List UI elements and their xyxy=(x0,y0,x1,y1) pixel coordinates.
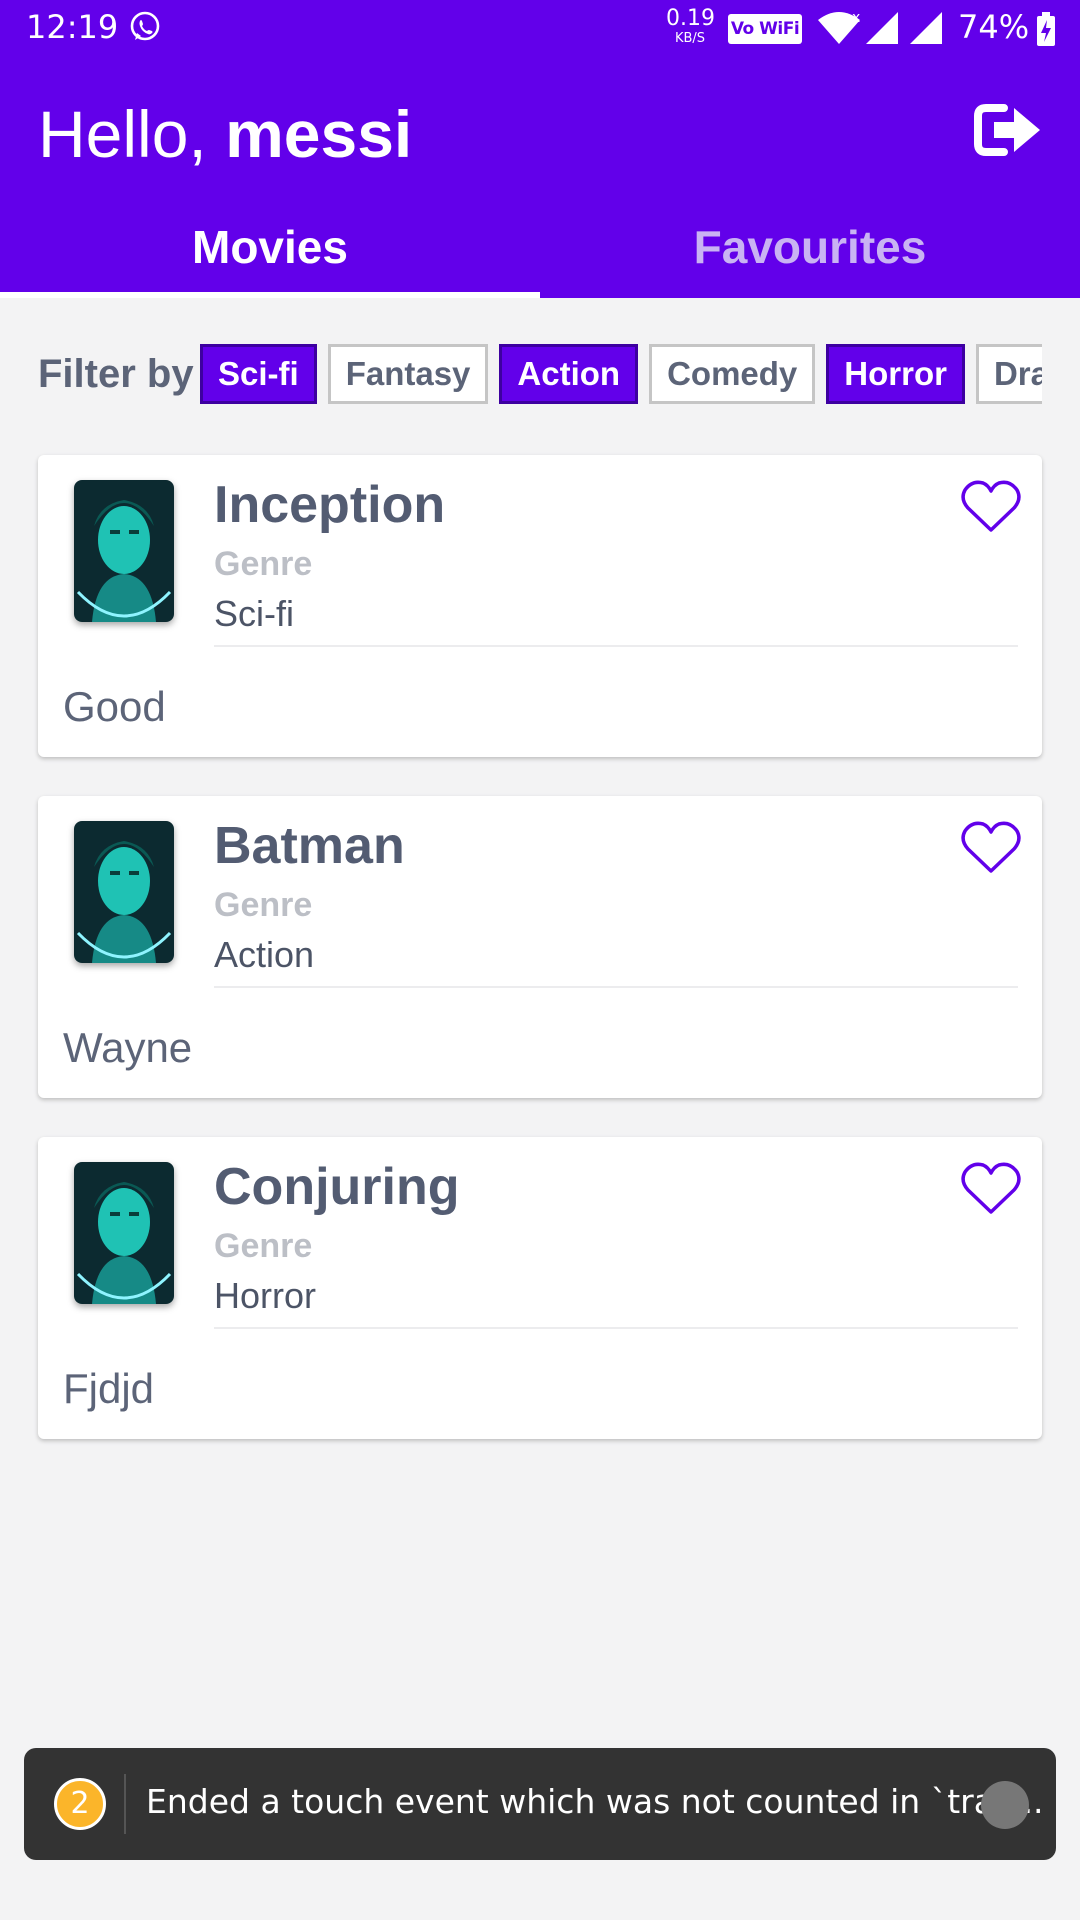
movie-card[interactable]: Conjuring Genre Horror Fjdjd xyxy=(38,1137,1042,1439)
divider xyxy=(214,645,1018,647)
tab-movies[interactable]: Movies xyxy=(0,220,540,274)
movie-genre: Sci-fi xyxy=(214,593,294,634)
movie-poster xyxy=(74,480,174,622)
movie-title: Conjuring xyxy=(214,1158,460,1216)
tab-favourites[interactable]: Favourites xyxy=(540,220,1080,274)
warning-count-badge: 2 xyxy=(54,1778,106,1830)
movie-title: Batman xyxy=(214,817,405,875)
wifi-x-label: x xyxy=(852,10,860,26)
movie-card[interactable]: Inception Genre Sci-fi Good xyxy=(38,455,1042,757)
chip-horror[interactable]: Horror xyxy=(826,344,965,404)
movie-description: Wayne xyxy=(63,1024,193,1071)
filter-bar: Filter by Sci-fi Fantasy Action Comedy Horro… xyxy=(0,344,1080,408)
toast-divider xyxy=(124,1774,126,1834)
movie-title: Inception xyxy=(214,476,446,534)
net-speed-value: 0.19 xyxy=(666,6,715,31)
chip-fantasy[interactable]: Fantasy xyxy=(327,344,489,404)
chip-drama[interactable]: Drama xyxy=(975,344,1042,404)
genre-label: Genre xyxy=(214,1227,313,1265)
movie-description: Good xyxy=(63,683,166,730)
logout-icon[interactable] xyxy=(974,100,1044,160)
movie-card[interactable]: Batman Genre Action Wayne xyxy=(38,796,1042,1098)
signal-icon xyxy=(866,12,898,44)
movie-poster xyxy=(74,1162,174,1304)
wifi-icon: x xyxy=(818,10,860,44)
chip-action[interactable]: Action xyxy=(499,344,639,404)
heart-outline-icon[interactable] xyxy=(960,1161,1022,1217)
net-speed: 0.19 KB/S xyxy=(666,6,715,46)
warning-toast[interactable]: 2 Ended a touch event which was not coun… xyxy=(24,1748,1056,1860)
net-speed-unit: KB/S xyxy=(674,31,706,46)
movie-poster xyxy=(74,821,174,963)
status-bar: 12:19 0.19 KB/S Vo WiFi x 74% xyxy=(0,0,1080,56)
chip-sci-fi[interactable]: Sci-fi xyxy=(200,344,317,404)
movie-genre: Action xyxy=(214,934,315,975)
heart-outline-icon[interactable] xyxy=(960,479,1022,535)
divider xyxy=(214,986,1018,988)
filter-label: Filter by xyxy=(38,352,194,396)
vowifi-badge: Vo WiFi xyxy=(728,14,802,44)
movie-description: Fjdjd xyxy=(63,1365,155,1412)
genre-label: Genre xyxy=(214,545,313,583)
whatsapp-icon xyxy=(130,11,160,41)
genre-chip-list[interactable]: Sci-fiFantasyActionComedyHorrorDrama xyxy=(200,344,1042,408)
status-time: 12:19 xyxy=(26,8,119,46)
genre-label: Genre xyxy=(214,886,313,924)
tab-indicator xyxy=(0,292,540,298)
divider xyxy=(214,1327,1018,1329)
battery-percent: 74% xyxy=(958,8,1030,46)
heart-outline-icon[interactable] xyxy=(960,820,1022,876)
dismiss-icon[interactable] xyxy=(981,1781,1029,1829)
app-bar: 12:19 0.19 KB/S Vo WiFi x 74% Hello, mes… xyxy=(0,0,1080,298)
toast-message: Ended a touch event which was not counte… xyxy=(146,1782,1044,1821)
movie-genre: Horror xyxy=(214,1275,317,1316)
username: messi xyxy=(225,97,413,171)
signal-icon xyxy=(910,12,942,44)
battery-charging-icon xyxy=(1037,12,1055,46)
greeting: Hello, messi xyxy=(38,96,412,172)
greeting-text: Hello, xyxy=(38,97,207,171)
chip-comedy[interactable]: Comedy xyxy=(649,344,816,404)
